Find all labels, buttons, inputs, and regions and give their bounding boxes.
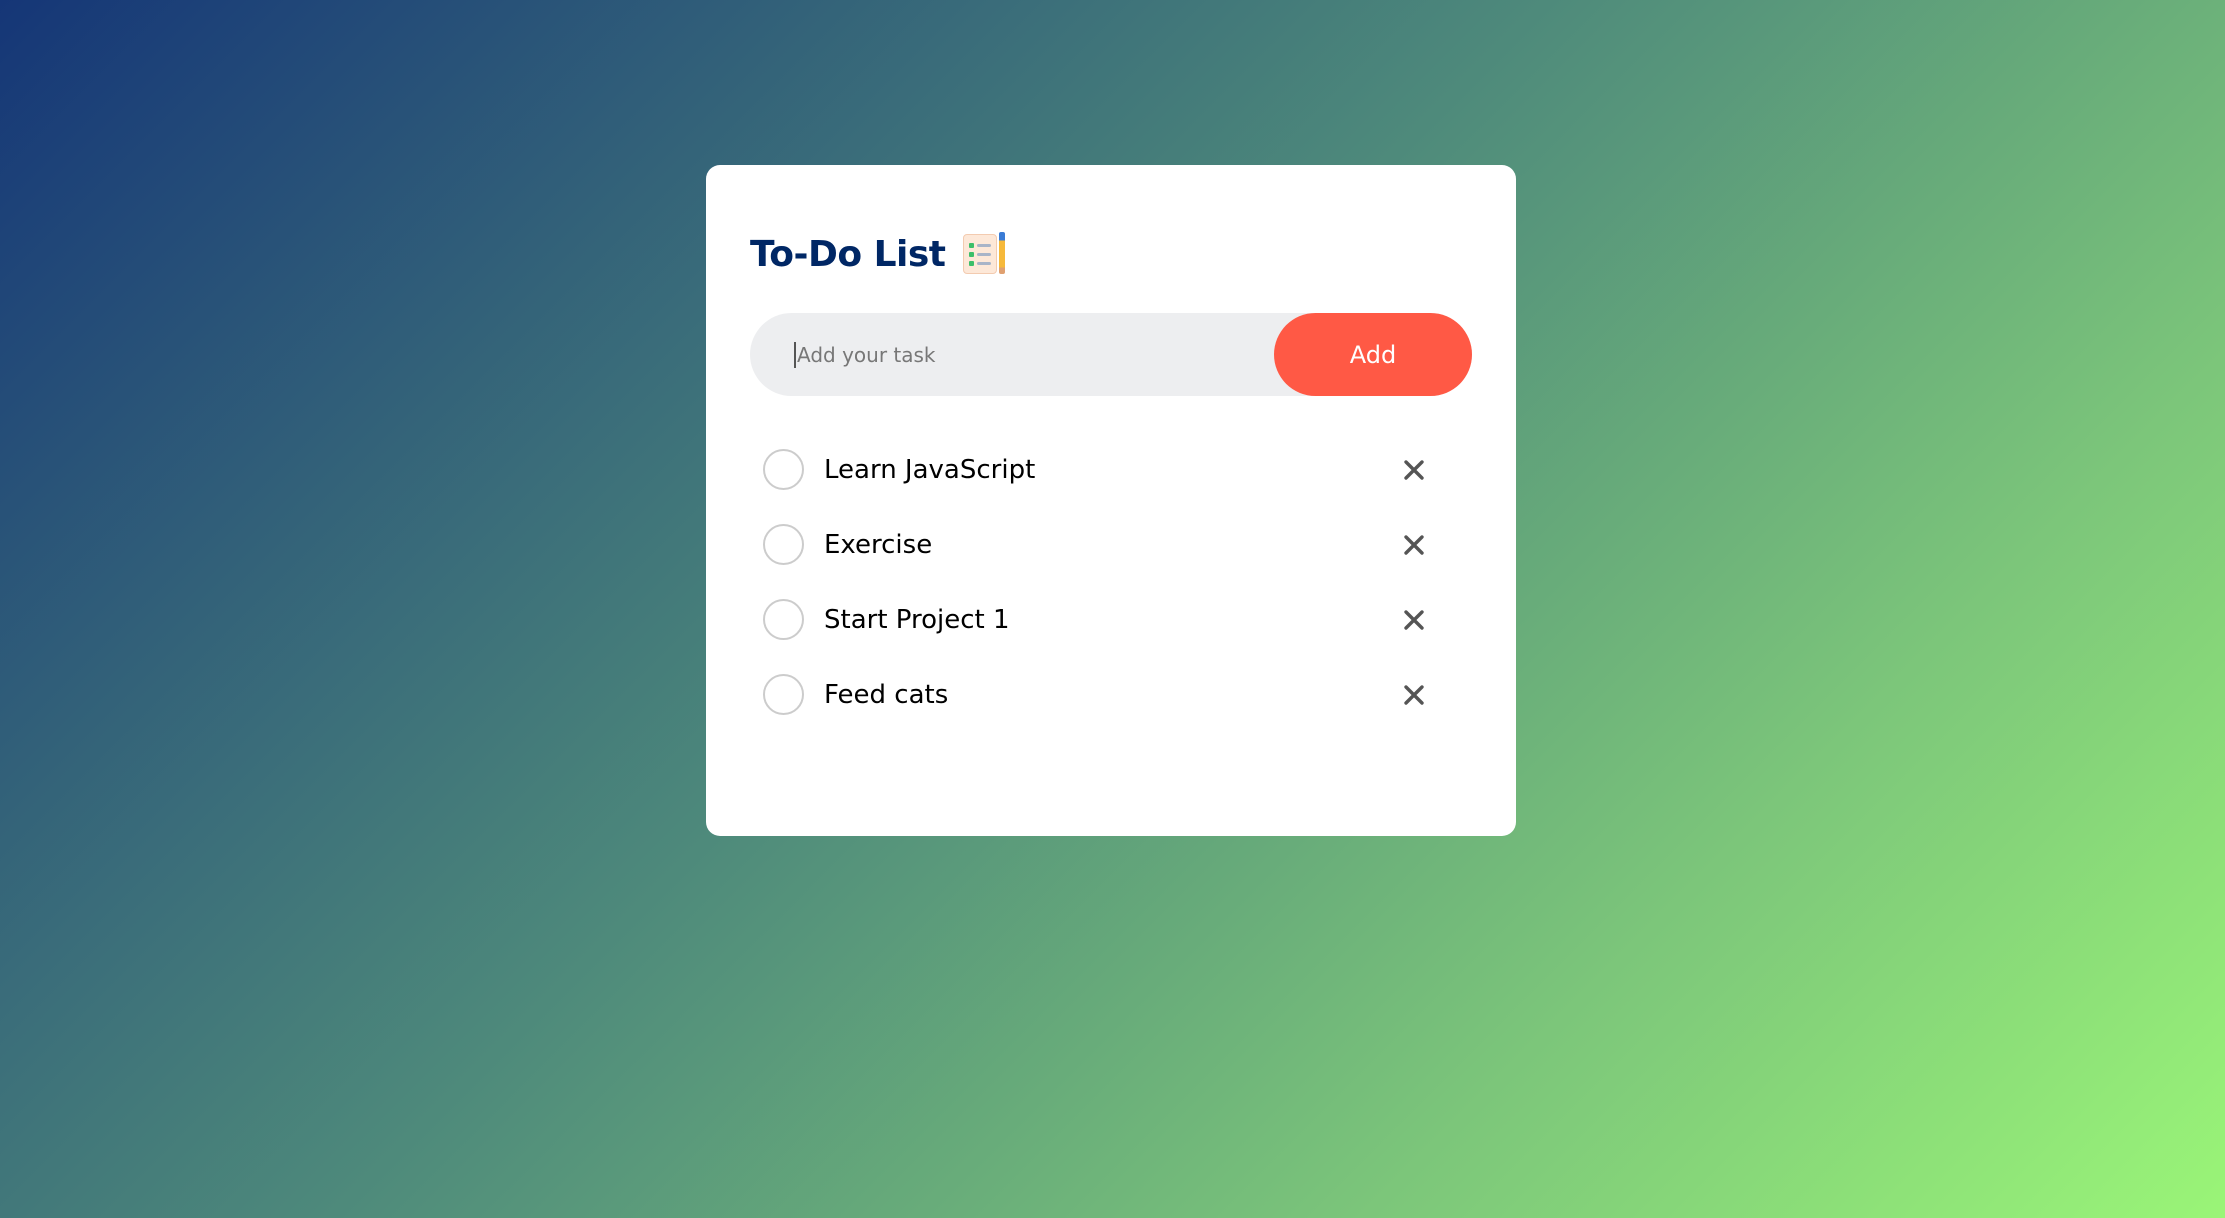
task-checkbox[interactable]: [763, 599, 804, 640]
task-item[interactable]: Learn JavaScript: [750, 432, 1472, 507]
task-label: Learn JavaScript: [824, 454, 1036, 485]
title-row: To-Do List: [750, 227, 1472, 281]
task-label: Exercise: [824, 529, 933, 560]
close-icon[interactable]: [1396, 452, 1432, 488]
task-item[interactable]: Exercise: [750, 507, 1472, 582]
task-item[interactable]: Start Project 1: [750, 582, 1472, 657]
task-checkbox[interactable]: [763, 674, 804, 715]
task-input[interactable]: [794, 341, 1264, 368]
task-label: Start Project 1: [824, 604, 1010, 635]
close-icon[interactable]: [1396, 677, 1432, 713]
task-label: Feed cats: [824, 679, 949, 710]
task-list: Learn JavaScript Exercise Start Project …: [750, 432, 1472, 732]
task-item[interactable]: Feed cats: [750, 657, 1472, 732]
page-title: To-Do List: [750, 233, 946, 275]
add-button[interactable]: Add: [1274, 313, 1472, 396]
close-icon[interactable]: [1396, 602, 1432, 638]
task-checkbox[interactable]: [763, 524, 804, 565]
close-icon[interactable]: [1396, 527, 1432, 563]
add-task-row: Add: [750, 313, 1472, 396]
task-checkbox[interactable]: [763, 449, 804, 490]
notepad-pencil-icon: [962, 232, 1005, 276]
todo-card: To-Do List Add Learn JavaScript Exercise: [706, 165, 1516, 836]
